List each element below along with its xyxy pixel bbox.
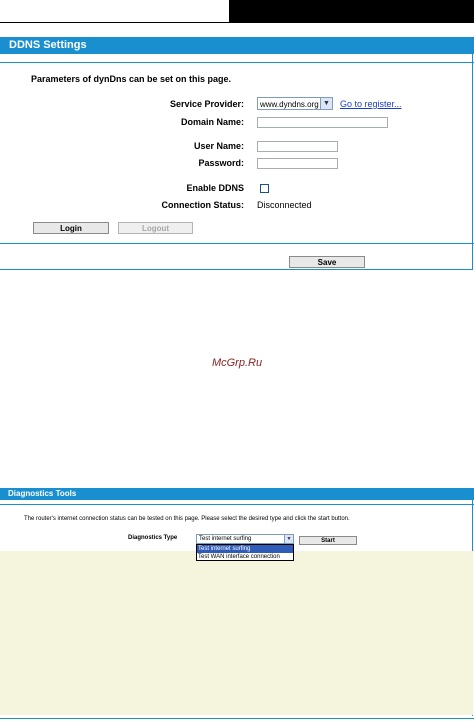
service-provider-label: Service Provider: bbox=[169, 99, 244, 109]
enable-ddns-label: Enable DDNS bbox=[186, 183, 244, 193]
diagnostics-panel-title: Diagnostics Tools bbox=[0, 488, 474, 500]
ddns-intro-text: Parameters of dynDns can be set on this … bbox=[31, 74, 232, 84]
login-button[interactable]: Login bbox=[33, 222, 109, 234]
start-button[interactable]: Start bbox=[299, 536, 357, 545]
diagnostics-bottom-rule bbox=[0, 718, 474, 719]
diagnostics-type-value: Test internet surfing bbox=[199, 536, 252, 542]
enable-ddns-checkbox[interactable] bbox=[260, 184, 269, 193]
register-link[interactable]: Go to register... bbox=[340, 99, 402, 109]
user-name-label: User Name: bbox=[193, 141, 244, 151]
dropdown-option-wan-interface[interactable]: Test WAN interface connection bbox=[197, 553, 293, 561]
top-banner bbox=[229, 0, 474, 23]
diagnostics-intro-text: The router's internet connection status … bbox=[24, 516, 350, 522]
ddns-panel-title: DDNS Settings bbox=[0, 37, 474, 54]
diagnostics-type-dropdown-list[interactable]: Test internet surfing Test WAN interface… bbox=[196, 544, 294, 561]
diagnostics-results-area bbox=[0, 551, 473, 715]
password-field[interactable] bbox=[257, 158, 338, 169]
connection-status-label: Connection Status: bbox=[161, 200, 245, 210]
diagnostics-type-select[interactable]: Test internet surfing ▼ bbox=[196, 534, 294, 544]
domain-name-field[interactable] bbox=[257, 117, 388, 128]
chevron-down-icon[interactable]: ▼ bbox=[320, 98, 332, 109]
dropdown-option-internet-surfing[interactable]: Test internet surfing bbox=[197, 545, 293, 553]
save-button[interactable]: Save bbox=[289, 256, 365, 268]
chevron-down-icon[interactable]: ▼ bbox=[284, 535, 293, 543]
password-label: Password: bbox=[198, 158, 244, 168]
top-banner-divider bbox=[0, 22, 229, 23]
watermark-text: McGrp.Ru bbox=[211, 357, 263, 369]
ddns-bottom-rule bbox=[0, 243, 474, 244]
domain-name-label: Domain Name: bbox=[180, 117, 244, 127]
ddns-top-rule bbox=[0, 62, 474, 63]
user-name-field[interactable] bbox=[257, 141, 338, 152]
diagnostics-type-label: Diagnostics Type bbox=[128, 535, 178, 541]
logout-button: Logout bbox=[118, 222, 193, 234]
service-provider-value: www.dyndns.org bbox=[260, 100, 319, 109]
service-provider-select[interactable]: www.dyndns.org ▼ bbox=[257, 97, 333, 110]
diagnostics-top-rule bbox=[0, 504, 474, 505]
connection-status-value: Disconnected bbox=[257, 200, 312, 210]
